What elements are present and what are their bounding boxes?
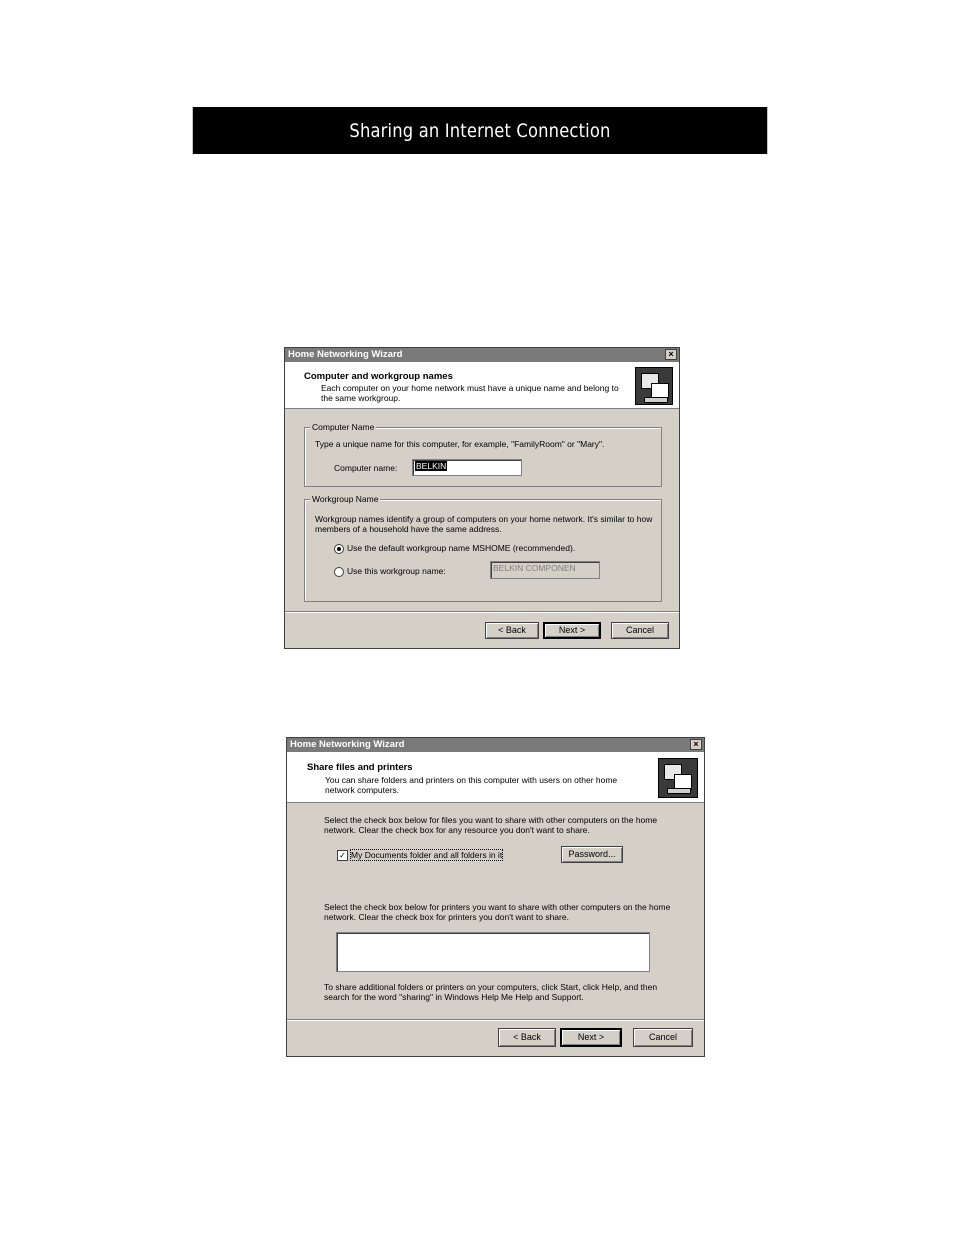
cancel-button[interactable]: Cancel	[633, 1028, 693, 1047]
window-title: Home Networking Wizard	[288, 349, 403, 360]
my-documents-label[interactable]: My Documents folder and all folders in i…	[349, 849, 504, 861]
default-workgroup-label[interactable]: Use the default workgroup name MSHOME (r…	[347, 543, 575, 553]
printers-instruction: Select the check box below for printers …	[324, 902, 671, 922]
header-title: Computer and workgroup names	[304, 371, 453, 382]
computer-name-instruction: Type a unique name for this computer, fo…	[315, 439, 605, 449]
back-button[interactable]: < Back	[485, 622, 539, 639]
window-title: Home Networking Wizard	[290, 739, 405, 750]
custom-workgroup-radio[interactable]	[334, 567, 344, 577]
wizard-dialog-share-files: Home Networking Wizard × Share files and…	[286, 737, 705, 1057]
network-computers-icon	[635, 367, 673, 405]
wizard-header: Computer and workgroup names Each comput…	[285, 362, 679, 409]
page-banner: Sharing an Internet Connection	[192, 107, 768, 154]
next-button[interactable]: Next >	[560, 1028, 622, 1047]
computer-name-group: Computer Name Type a unique name for thi…	[304, 422, 662, 487]
footer-separator	[287, 1019, 704, 1021]
my-documents-checkbox[interactable]: ✓	[337, 850, 348, 861]
workgroup-name-legend: Workgroup Name	[310, 494, 381, 504]
computer-name-label: Computer name:	[334, 463, 398, 473]
custom-workgroup-label[interactable]: Use this workgroup name:	[347, 566, 446, 576]
printers-list[interactable]	[336, 932, 650, 972]
close-icon[interactable]: ×	[665, 349, 677, 360]
custom-workgroup-input[interactable]: BELKIN COMPONEN	[490, 561, 600, 579]
computer-name-input[interactable]: BELKIN	[412, 459, 522, 476]
computer-name-value: BELKIN	[415, 461, 448, 471]
header-subtitle: Each computer on your home network must …	[321, 383, 619, 403]
cancel-button[interactable]: Cancel	[611, 622, 669, 639]
network-computers-icon	[658, 758, 698, 798]
computer-name-legend: Computer Name	[310, 422, 377, 432]
workgroup-name-group: Workgroup Name Workgroup names identify …	[304, 494, 662, 602]
header-subtitle: You can share folders and printers on th…	[325, 775, 618, 795]
files-instruction: Select the check box below for files you…	[324, 815, 658, 835]
footer-note: To share additional folders or printers …	[324, 982, 658, 1002]
banner-title: Sharing an Internet Connection	[349, 119, 611, 142]
footer-separator	[285, 611, 679, 613]
header-title: Share files and printers	[307, 762, 413, 773]
title-bar: Home Networking Wizard ×	[285, 348, 679, 362]
next-button[interactable]: Next >	[543, 622, 601, 639]
close-icon[interactable]: ×	[690, 739, 702, 750]
workgroup-description: Workgroup names identify a group of comp…	[315, 514, 653, 534]
password-button[interactable]: Password...	[561, 846, 623, 863]
wizard-header: Share files and printers You can share f…	[287, 752, 704, 803]
wizard-dialog-computer-names: Home Networking Wizard × Computer and wo…	[284, 347, 680, 649]
title-bar: Home Networking Wizard ×	[287, 738, 704, 752]
back-button[interactable]: < Back	[498, 1028, 556, 1047]
default-workgroup-radio[interactable]	[334, 544, 344, 554]
